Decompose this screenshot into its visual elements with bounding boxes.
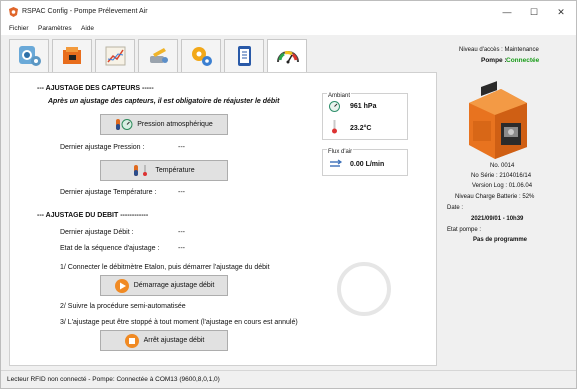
battery-level: Niveau Charge Batterie : 52% — [455, 194, 535, 200]
sensor-tab-icon — [19, 46, 41, 66]
ambient-title: Ambiant — [327, 93, 352, 99]
pump-state-label: Etat pompe : — [447, 227, 482, 233]
airflow-value: 0.00 L/min — [350, 161, 385, 168]
chart-tab-icon — [105, 46, 126, 66]
pressure-button-label: Pression atmosphérique — [137, 121, 213, 128]
stop-flow-adjust-button[interactable]: Arrêt ajustage débit — [100, 330, 228, 351]
status-bar: Lecteur RFID non connecté - Pompe: Conne… — [1, 370, 576, 388]
menu-bar: Fichier Paramètres Aide — [1, 23, 576, 35]
sequence-state-label: Etat de la séquence d'ajustage : — [60, 245, 160, 252]
serial-number: No Série : 2104016/14 — [471, 173, 532, 179]
step2-instruction: 2/ Suivre la procédure semi-automatisée — [60, 303, 186, 310]
menu-parametres[interactable]: Paramètres — [38, 25, 72, 32]
app-logo-icon — [9, 7, 18, 17]
last-pressure-label: Dernier ajustage Pression : — [60, 144, 145, 151]
ambient-box: Ambiant 961 hPa 23.2°C — [322, 93, 408, 140]
thermometer-icon — [134, 165, 148, 176]
last-temperature-value: --- — [178, 189, 185, 196]
step1-instruction: 1/ Connecter le débitmètre Etalon, puis … — [60, 264, 270, 271]
close-button[interactable]: ✕ — [554, 5, 568, 19]
pressure-gauge-icon — [116, 119, 133, 130]
last-flow-value: --- — [178, 229, 185, 236]
minimize-button[interactable]: — — [500, 5, 514, 19]
gears-tab-icon — [192, 47, 212, 66]
status-text: Lecteur RFID non connecté - Pompe: Conne… — [7, 376, 220, 383]
airflow-box: Flux d'air 0.00 L/min — [322, 149, 408, 176]
device-info-panel: Niveau d'accès : Maintenance Pompe : Con… — [441, 39, 576, 369]
tab-calibration[interactable] — [267, 39, 307, 73]
start-button-label: Démarrage ajustage débit — [133, 282, 215, 289]
start-flow-adjust-button[interactable]: Démarrage ajustage débit — [100, 275, 228, 296]
pump-label: Pompe : — [481, 57, 507, 64]
window-title: RSPAC Config - Pompe Prélevement Air — [22, 8, 148, 15]
temperature-adjust-button[interactable]: Température — [100, 160, 228, 181]
progress-ring — [337, 262, 391, 316]
title-bar: RSPAC Config - Pompe Prélevement Air — ☐… — [1, 1, 576, 23]
menu-aide[interactable]: Aide — [81, 25, 94, 32]
play-icon — [114, 278, 129, 293]
pump-device-image — [469, 81, 527, 159]
flow-heading: --- AJUSTAGE DU DEBIT ------------ — [37, 212, 149, 219]
tab-pump[interactable] — [52, 39, 92, 72]
last-flow-label: Dernier ajustage Débit : — [60, 229, 134, 236]
sensors-heading: --- AJUSTAGE DES CAPTEURS ----- — [37, 85, 154, 92]
log-version: Version Log : 01.06.04 — [472, 183, 533, 189]
tab-checklist[interactable] — [224, 39, 264, 72]
airflow-title: Flux d'air — [327, 149, 354, 155]
pump-state-value: Pas de programme — [473, 237, 528, 243]
thermometer-icon — [332, 120, 337, 134]
barometer-icon — [329, 101, 340, 112]
ambient-pressure-value: 961 hPa — [350, 103, 377, 110]
tab-chart[interactable] — [95, 39, 135, 72]
calibration-panel: --- AJUSTAGE DES CAPTEURS ----- Après un… — [9, 72, 437, 366]
menu-fichier[interactable]: Fichier — [9, 25, 29, 32]
tab-gears[interactable] — [181, 39, 221, 72]
tools-tab-icon — [150, 48, 168, 63]
last-temperature-label: Dernier ajustage Température : — [60, 189, 157, 196]
last-pressure-value: --- — [178, 144, 185, 151]
airflow-icon — [330, 159, 343, 167]
step3-instruction: 3/ L'ajustage peut être stoppé à tout mo… — [60, 319, 298, 326]
sequence-state-value: --- — [178, 245, 185, 252]
pump-status: Connectée — [506, 57, 540, 64]
tab-tools[interactable] — [138, 39, 178, 72]
date-label: Date : — [447, 205, 464, 211]
temperature-button-label: Température — [155, 167, 195, 174]
app-window: RSPAC Config - Pompe Prélevement Air — ☐… — [0, 0, 577, 389]
pump-tab-icon — [63, 47, 81, 64]
ambient-temperature-value: 23.2°C — [350, 125, 372, 132]
maximize-button[interactable]: ☐ — [527, 5, 541, 19]
device-number: No. 0014 — [490, 163, 515, 169]
gauge-tab-icon — [277, 51, 299, 64]
checklist-tab-icon — [238, 46, 251, 66]
stop-button-label: Arrêt ajustage débit — [143, 337, 205, 344]
access-level: Niveau d'accès : Maintenance — [459, 47, 539, 53]
pressure-adjust-button[interactable]: Pression atmosphérique — [100, 114, 228, 135]
stop-icon — [124, 333, 139, 348]
date-value: 2021/09/01 - 10h39 — [471, 216, 524, 222]
tab-sensor[interactable] — [9, 39, 49, 72]
sensors-warning: Après un ajustage des capteurs, il est o… — [48, 98, 280, 105]
